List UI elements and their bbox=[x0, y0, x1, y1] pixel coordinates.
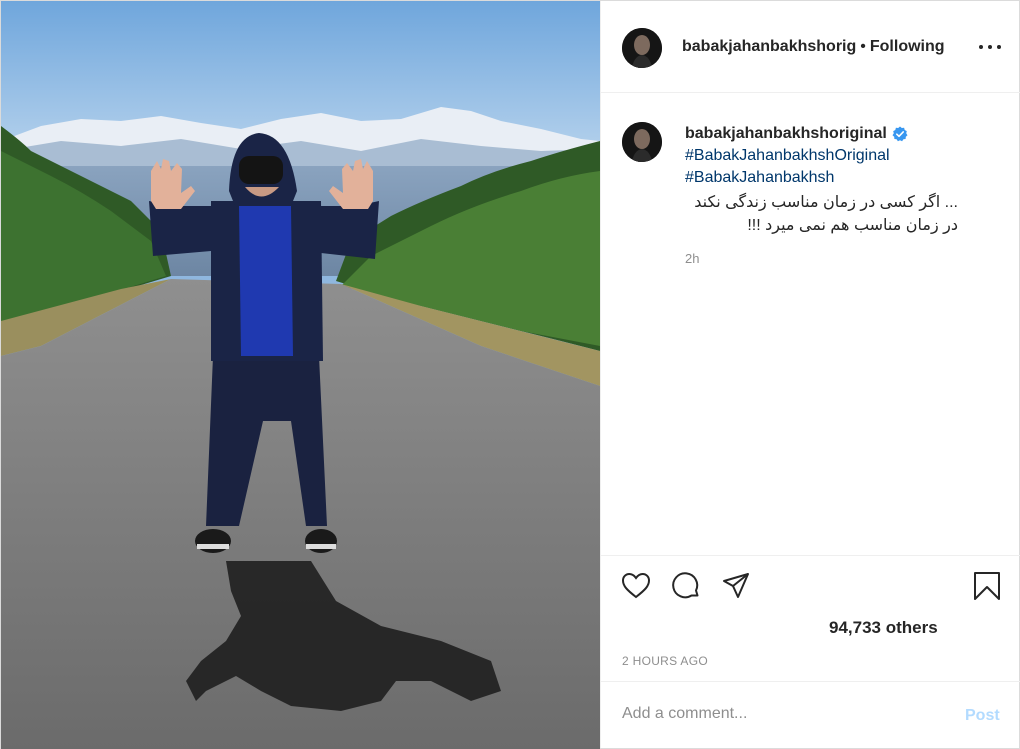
verified-badge-icon bbox=[892, 126, 908, 142]
header-separator: • bbox=[860, 38, 866, 55]
following-button[interactable]: Following bbox=[870, 38, 945, 55]
post-actions: 94,733 others 2 HOURS AGO bbox=[601, 555, 1020, 681]
comment-input[interactable] bbox=[622, 705, 942, 723]
post-photo[interactable] bbox=[1, 1, 600, 749]
caption-username[interactable]: babakjahanbakhshoriginal bbox=[685, 125, 887, 143]
header-text: babakjahanbakhshorig • Following bbox=[682, 38, 945, 56]
post-timestamp[interactable]: 2 HOURS AGO bbox=[622, 654, 708, 668]
bookmark-icon[interactable] bbox=[972, 571, 1002, 601]
post-comment-button[interactable]: Post bbox=[965, 707, 1000, 725]
likes-count[interactable]: 94,733 others bbox=[829, 618, 938, 638]
caption-age[interactable]: 2h bbox=[685, 251, 699, 266]
post-details-panel: babakjahanbakhshorig • Following babakjaha… bbox=[600, 1, 1020, 748]
post-header: babakjahanbakhshorig • Following bbox=[601, 1, 1020, 93]
hashtag-link[interactable]: #BabakJahanbakhsh bbox=[685, 169, 834, 187]
caption-avatar[interactable] bbox=[622, 122, 662, 162]
author-avatar[interactable] bbox=[622, 28, 662, 68]
hashtag-link[interactable]: #BabakJahanbakhshOriginal bbox=[685, 147, 890, 165]
comment-icon[interactable] bbox=[671, 571, 701, 601]
post-container: babakjahanbakhshorig • Following babakjaha… bbox=[0, 0, 1020, 749]
caption-text-line: ... اگر کسی در زمان مناسب زندگی نکند bbox=[694, 194, 958, 211]
header-username[interactable]: babakjahanbakhshorig bbox=[682, 38, 856, 55]
more-horizontal-icon[interactable] bbox=[979, 45, 1001, 53]
heart-icon[interactable] bbox=[621, 571, 651, 601]
comment-bar: Post bbox=[601, 681, 1020, 748]
caption-username-row: babakjahanbakhshoriginal bbox=[685, 125, 908, 143]
caption-text-line: در زمان مناسب هم نمی میرد !!! bbox=[747, 217, 958, 234]
post-caption: babakjahanbakhshoriginal #BabakJahanbakh… bbox=[601, 93, 1020, 555]
share-icon[interactable] bbox=[721, 571, 751, 601]
